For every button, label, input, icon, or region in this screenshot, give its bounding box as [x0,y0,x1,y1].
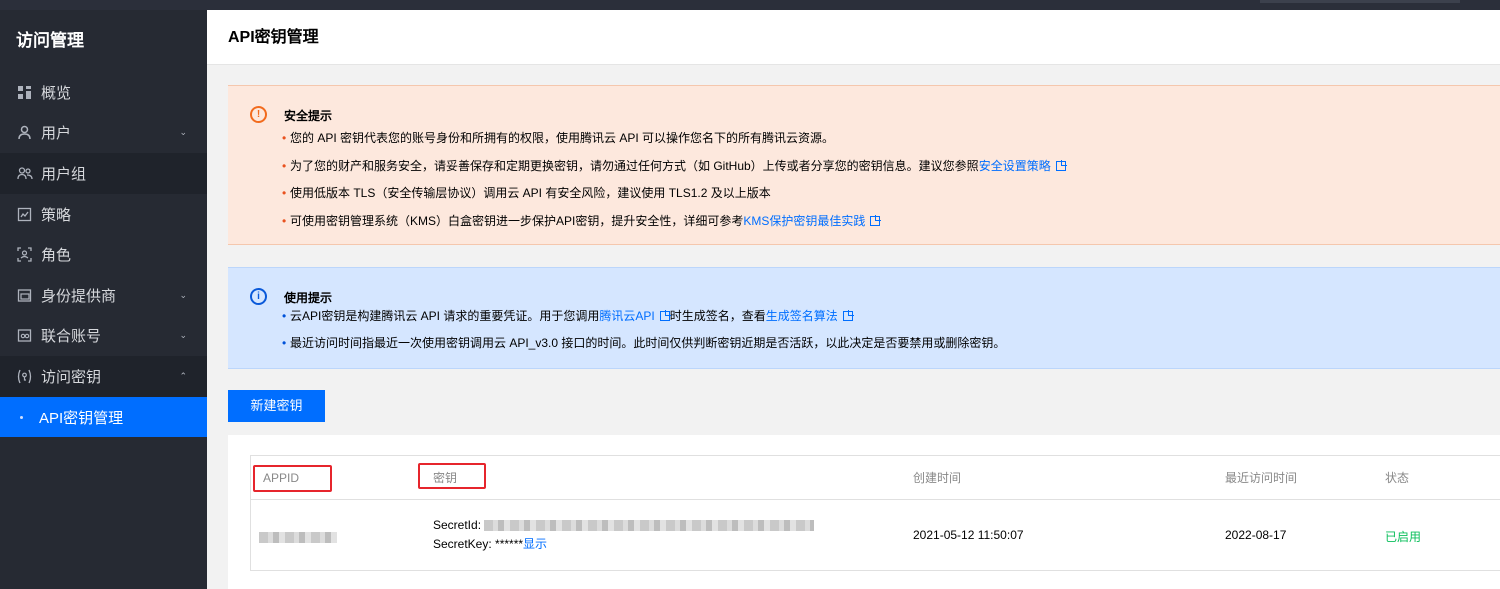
status-badge: 已启用 [1385,530,1422,544]
sidebar-item-access-keys[interactable]: 访问密钥 ⌃ [0,356,207,397]
sidebar-item-label: 概览 [41,84,72,102]
sidebar-item-overview[interactable]: 概览 [0,72,207,113]
usage-notice: i 使用提示 云API密钥是构建腾讯云 API 请求的重要凭证。用于您调用腾讯云… [228,267,1500,369]
tencent-cloud-api-link[interactable]: 腾讯云API [599,309,654,323]
table-row: SecretId: SecretKey: ******显示 2021-05-12… [251,500,1500,570]
external-link-icon[interactable] [659,311,670,321]
top-navigation-bar [0,0,1500,10]
info-icon: i [250,288,267,305]
security-notice-line: 为了您的财产和服务安全，请妥善保存和定期更换密钥，请勿通过任何方式（如 GitH… [282,159,1066,187]
sidebar-item-api-key-management[interactable]: API密钥管理 [0,396,207,438]
table-header: APPID 密钥 创建时间 最近访问时间 状态 [251,456,1500,500]
sidebar-item-label: 身份提供商 [41,287,117,305]
show-secret-key-link[interactable]: 显示 [523,537,547,551]
security-notice: ! 安全提示 您的 API 密钥代表您的账号身份和所拥有的权限，使用腾讯云 AP… [228,85,1500,245]
warning-icon: ! [250,106,267,123]
page-title: API密钥管理 [207,10,1500,65]
sidebar-item-roles[interactable]: 角色 [0,234,207,275]
chevron-down-icon: ⌄ [179,289,187,300]
kms-best-practice-link[interactable]: KMS保护密钥最佳实践 [743,214,865,228]
security-settings-link[interactable]: 安全设置策略 [979,159,1051,173]
sidebar-item-identity-providers[interactable]: 身份提供商 ⌄ [0,275,207,316]
top-bar-control[interactable] [1260,0,1460,3]
external-link-icon[interactable] [842,311,853,321]
sidebar-item-label: 用户组 [41,165,87,183]
sidebar-item-label: 角色 [41,247,72,265]
identity-provider-icon [16,287,33,304]
secret-id-redacted [484,520,815,532]
column-header-last-access: 最近访问时间 [1225,471,1298,485]
secret-id-line: SecretId: [433,516,815,535]
sidebar-item-policies[interactable]: 策略 [0,194,207,235]
sidebar-item-federated-accounts[interactable]: 联合账号 ⌄ [0,316,207,357]
column-header-status: 状态 [1385,471,1410,485]
external-link-icon[interactable] [1055,160,1066,171]
role-icon [16,246,33,263]
policy-icon [16,206,33,223]
sidebar: 访问管理 概览 用户 ⌄ 用户组 策略 角色 身份提供商 ⌄ 联合账号 ⌄ 访问… [0,10,207,589]
chevron-down-icon: ⌄ [179,330,187,341]
sidebar-item-users[interactable]: 用户 ⌄ [0,113,207,154]
create-key-button[interactable]: 新建密钥 [228,390,325,422]
federated-account-icon [16,327,33,344]
main-content: API密钥管理 ! 安全提示 您的 API 密钥代表您的账号身份和所拥有的权限，… [207,10,1500,589]
access-key-icon [16,368,33,385]
sidebar-item-label: API密钥管理 [39,409,124,427]
security-notice-line: 您的 API 密钥代表您的账号身份和所拥有的权限，使用腾讯云 API 可以操作您… [282,131,1066,159]
signature-algorithm-link[interactable]: 生成签名算法 [766,309,838,323]
security-notice-title: 安全提示 [284,109,333,123]
sidebar-item-label: 用户 [41,125,72,143]
sidebar-item-label: 联合账号 [41,328,102,346]
usage-notice-title: 使用提示 [284,291,333,305]
keys-table-card: APPID 密钥 创建时间 最近访问时间 状态 SecretId: Secret… [228,435,1500,589]
overview-grid-icon [16,84,33,101]
created-time: 2021-05-12 11:50:07 [913,528,1024,542]
keys-table: APPID 密钥 创建时间 最近访问时间 状态 SecretId: Secret… [250,455,1500,571]
key-cell: SecretId: SecretKey: ******显示 [433,516,815,554]
sidebar-title: 访问管理 [16,31,84,50]
sidebar-item-label: 访问密钥 [41,368,102,386]
secret-key-line: SecretKey: ******显示 [433,537,548,551]
chevron-up-icon: ⌃ [179,370,187,381]
usage-notice-line: 最近访问时间指最近一次使用密钥调用云 API_v3.0 接口的时间。此时间仅供判… [282,336,1005,363]
security-notice-line: 可使用密钥管理系统（KMS）白盒密钥进一步保护API密钥，提升安全性，详细可参考… [282,214,1066,242]
appid-value-redacted [259,530,337,544]
column-header-created: 创建时间 [913,471,962,485]
sidebar-item-user-groups[interactable]: 用户组 [0,153,207,194]
sidebar-item-label: 策略 [41,206,72,224]
highlight-box-key [418,463,486,489]
external-link-icon[interactable] [870,215,881,226]
last-access-time: 2022-08-17 [1225,528,1287,542]
user-icon [16,124,33,141]
usage-notice-line: 云API密钥是构建腾讯云 API 请求的重要凭证。用于您调用腾讯云API时生成签… [282,309,1005,336]
chevron-down-icon: ⌄ [179,127,187,138]
user-group-icon [16,165,33,182]
bullet-dot-icon [20,415,23,419]
highlight-box-appid [253,465,332,492]
security-notice-line: 使用低版本 TLS（安全传输层协议）调用云 API 有安全风险，建议使用 TLS… [282,186,1066,214]
